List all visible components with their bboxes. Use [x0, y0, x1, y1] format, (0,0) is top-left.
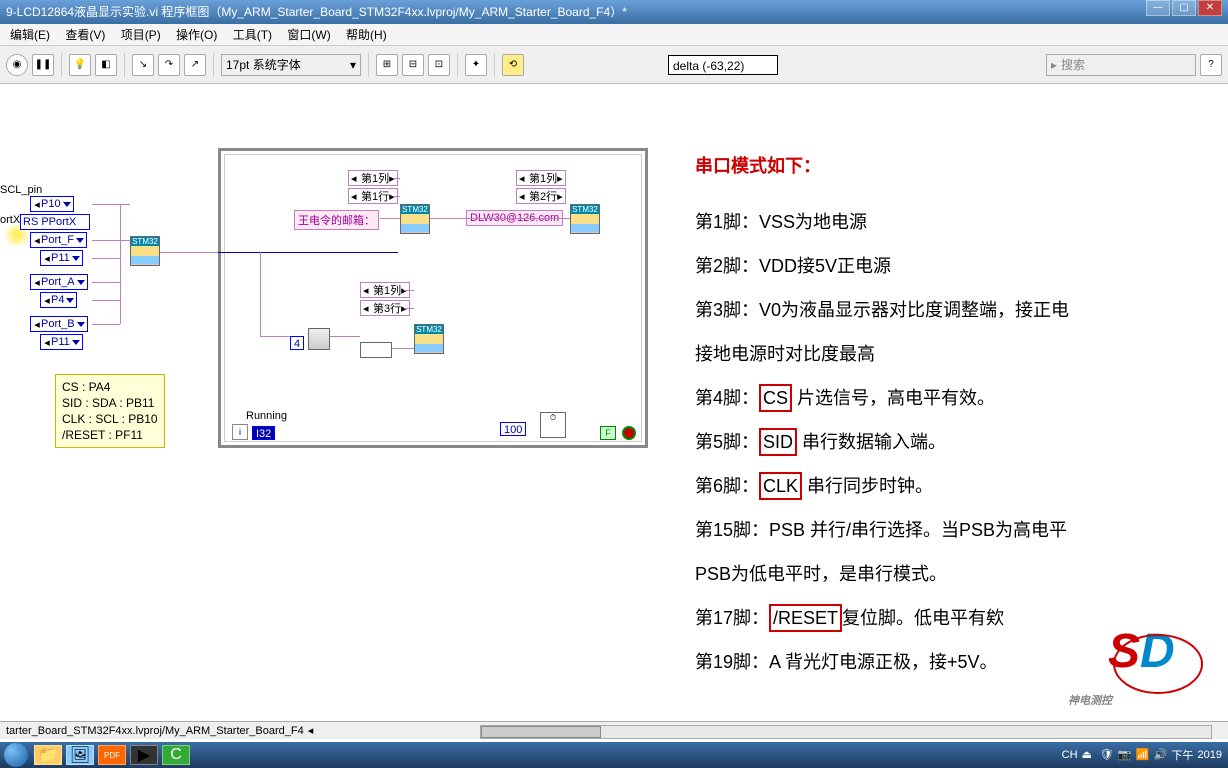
port-b[interactable]: ◂Port_B [30, 316, 88, 332]
step-over-button[interactable]: ↷ [158, 54, 180, 76]
const-100[interactable]: 100 [500, 422, 526, 436]
eject-icon: ⏏ [1082, 748, 1096, 762]
menu-edit[interactable]: 编辑(E) [10, 28, 50, 42]
doc-pin6: 第6脚：CLK 串行同步时钟。 [695, 464, 1215, 508]
distribute-button[interactable]: ⊟ [402, 54, 424, 76]
network-icon: 📶 [1136, 748, 1150, 762]
menu-view[interactable]: 查看(V) [65, 28, 105, 42]
taskbar-labview[interactable]: ▶ [130, 745, 158, 765]
clock-time: 下午 [1172, 747, 1194, 763]
pause-button[interactable]: ❚❚ [32, 54, 54, 76]
reorder-button[interactable]: ⊡ [428, 54, 450, 76]
menu-project[interactable]: 项目(P) [121, 28, 161, 42]
cursor-delta: delta (-63,22) [668, 55, 778, 75]
project-path: tarter_Board_STM32F4xx.lvproj/My_ARM_Sta… [6, 725, 304, 737]
ime-indicator: CH [1062, 749, 1078, 761]
font-selector[interactable]: 17pt 系统字体▾ [221, 54, 361, 76]
stm32-node-b[interactable]: STM32 [570, 204, 600, 234]
document-text: 串口模式如下： 第1脚：VSS为地电源 第2脚：VDD接5V正电源 第3脚：V0… [695, 144, 1215, 684]
menu-bar: 编辑(E) 查看(V) 项目(P) 操作(O) 工具(T) 窗口(W) 帮助(H… [0, 24, 1228, 46]
iteration-terminal[interactable]: i [232, 424, 248, 440]
shield-icon: 🛡 [1100, 748, 1114, 762]
help-button[interactable]: ? [1200, 54, 1222, 76]
taskbar-photo[interactable]: 🖼 [66, 745, 94, 765]
menu-tools[interactable]: 工具(T) [233, 28, 272, 42]
port-p10[interactable]: ◂P10 [30, 196, 74, 212]
step-into-button[interactable]: ↘ [132, 54, 154, 76]
align-button[interactable]: ⊞ [376, 54, 398, 76]
loop-stop-terminal[interactable] [622, 426, 636, 440]
menu-window[interactable]: 窗口(W) [287, 28, 330, 42]
doc-pin15: 第15脚：PSB 并行/串行选择。当PSB为高电平 [695, 508, 1215, 552]
search-input[interactable]: ▸ 搜索 [1046, 54, 1196, 76]
taskbar-explorer[interactable]: 📁 [34, 745, 62, 765]
doc-pin3b: 接地电源时对比度最高 [695, 332, 1215, 376]
stm32-node-c[interactable]: STM32 [414, 324, 444, 354]
sd-logo: SD 神电测控 [1108, 624, 1218, 704]
doc-pin5: 第5脚：SID 串行数据输入端。 [695, 420, 1215, 464]
camera-icon: 📷 [1118, 748, 1132, 762]
block-diagram-canvas[interactable]: SCL_pin ortX ◂P10 RS PPortX ◂Port_F ◂P11… [0, 84, 1228, 764]
row3[interactable]: ◂第3行▸ [360, 300, 410, 316]
bool-false-const[interactable]: F [600, 426, 616, 440]
toolbar: ◉ ❚❚ 💡 ◧ ↘ ↷ ↗ 17pt 系统字体▾ ⊞ ⊟ ⊡ ✦ ⟲ delt… [0, 46, 1228, 84]
clock-date: 2019 [1198, 749, 1222, 761]
horizontal-scrollbar[interactable] [480, 725, 1212, 739]
taskbar-pdf[interactable]: PDF [98, 745, 126, 765]
sync-button[interactable]: ⟲ [502, 54, 524, 76]
port-f[interactable]: ◂Port_F [30, 232, 87, 248]
wait-ms-node[interactable]: ⏱ [540, 412, 566, 438]
string-email-label[interactable]: 王电令的邮箱： [294, 210, 379, 230]
close-button[interactable]: ✕ [1198, 0, 1222, 16]
watermark-text: 神电测控 [1068, 692, 1228, 708]
port-p11b[interactable]: ◂P11 [40, 334, 83, 350]
col1-c[interactable]: ◂第1列▸ [360, 282, 410, 298]
stm32-init-node[interactable]: STM32 [130, 236, 160, 266]
port-a[interactable]: ◂Port_A [30, 274, 88, 290]
format-node[interactable] [308, 328, 330, 350]
run-button[interactable]: ◉ [6, 54, 28, 76]
doc-pin4: 第4脚：CS 片选信号，高电平有效。 [695, 376, 1215, 420]
col1-a[interactable]: ◂第1列▸ [348, 170, 398, 186]
stm32-node-a[interactable]: STM32 [400, 204, 430, 234]
concat-node[interactable] [360, 342, 392, 358]
col1-b[interactable]: ◂第1列▸ [516, 170, 566, 186]
const-4[interactable]: 4 [290, 336, 304, 350]
menu-help[interactable]: 帮助(H) [346, 28, 387, 42]
label-scl-pin: SCL_pin [0, 184, 42, 196]
maximize-button[interactable]: ▢ [1172, 0, 1196, 16]
row1-a[interactable]: ◂第1行▸ [348, 188, 398, 204]
cleanup-button[interactable]: ✦ [465, 54, 487, 76]
port-rspp[interactable]: RS PPortX [20, 214, 90, 230]
window-title: 9-LCD12864液晶显示实验.vi 程序框图（My_ARM_Starter_… [6, 0, 627, 24]
while-loop[interactable] [218, 148, 648, 448]
doc-title: 串口模式如下： [695, 144, 1215, 188]
row2[interactable]: ◂第2行▸ [516, 188, 566, 204]
retain-wires-button[interactable]: ◧ [95, 54, 117, 76]
step-out-button[interactable]: ↗ [184, 54, 206, 76]
taskbar-camtasia[interactable]: C [162, 745, 190, 765]
pin-comment: CS : PA4SID : SDA : PB11CLK : SCL : PB10… [55, 374, 165, 448]
i32-indicator[interactable]: I32 [252, 426, 275, 440]
highlight-exec-button[interactable]: 💡 [69, 54, 91, 76]
menu-operate[interactable]: 操作(O) [176, 28, 217, 42]
start-button[interactable] [4, 743, 28, 767]
taskbar: 📁 🖼 PDF ▶ C CH ⏏ 🛡 📷 📶 🔊 下午 2019 [0, 742, 1228, 768]
doc-pin3: 第3脚：V0为液晶显示器对比度调整端，接正电 [695, 288, 1215, 332]
minimize-button[interactable]: — [1146, 0, 1170, 16]
doc-pin2: 第2脚：VDD接5V正电源 [695, 244, 1215, 288]
title-bar: 9-LCD12864液晶显示实验.vi 程序框图（My_ARM_Starter_… [0, 0, 1228, 24]
system-tray[interactable]: CH ⏏ 🛡 📷 📶 🔊 下午 2019 [1056, 747, 1228, 763]
volume-icon: 🔊 [1154, 748, 1168, 762]
doc-pin15b: PSB为低电平时，是串行模式。 [695, 552, 1215, 596]
port-p11a[interactable]: ◂P11 [40, 250, 83, 266]
port-p4[interactable]: ◂P4 [40, 292, 77, 308]
running-label: Running [246, 410, 287, 422]
doc-pin1: 第1脚：VSS为地电源 [695, 200, 1215, 244]
